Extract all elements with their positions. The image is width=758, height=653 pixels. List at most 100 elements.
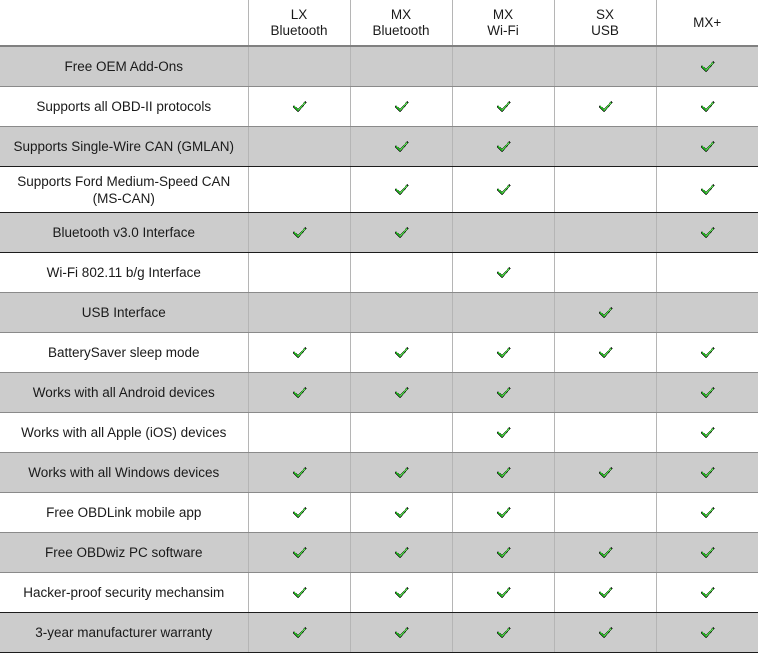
cell-apple-ios-devices-lx-bluetooth xyxy=(248,413,350,453)
cell-single-wire-can-gmlan-mx-plus xyxy=(656,127,758,167)
check-mark-icon xyxy=(496,506,511,520)
check-mark-icon xyxy=(700,426,715,440)
cell-bluetooth-v30-mx-plus xyxy=(656,213,758,253)
cell-apple-ios-devices-mx-wifi xyxy=(452,413,554,453)
cell-windows-devices-mx-plus xyxy=(656,453,758,493)
table-row: Supports Single-Wire CAN (GMLAN) xyxy=(0,127,758,167)
check-mark-icon xyxy=(496,346,511,360)
cell-free-oem-add-ons-mx-wifi xyxy=(452,46,554,87)
check-mark-icon xyxy=(598,306,613,320)
feature-label-single-wire-can-gmlan: Supports Single-Wire CAN (GMLAN) xyxy=(0,127,248,167)
check-mark-icon xyxy=(700,466,715,480)
cell-ford-ms-can-sx-usb xyxy=(554,167,656,213)
table-row: Works with all Windows devices xyxy=(0,453,758,493)
cell-wifi-802-11-bg-sx-usb xyxy=(554,253,656,293)
check-mark-icon xyxy=(394,506,409,520)
table-row: 3-year manufacturer warranty xyxy=(0,613,758,653)
cell-bluetooth-v30-lx-bluetooth xyxy=(248,213,350,253)
feature-label-line1: Supports Single-Wire CAN (GMLAN) xyxy=(13,139,234,154)
check-mark-icon xyxy=(700,226,715,240)
cell-3-year-warranty-mx-plus xyxy=(656,613,758,653)
cell-3-year-warranty-mx-bluetooth xyxy=(350,613,452,653)
cell-all-obd-ii-protocols-lx-bluetooth xyxy=(248,87,350,127)
cell-hacker-proof-security-sx-usb xyxy=(554,573,656,613)
cell-android-devices-mx-plus xyxy=(656,373,758,413)
feature-label-hacker-proof-security: Hacker-proof security mechansim xyxy=(0,573,248,613)
cell-batterysaver-sleep-sx-usb xyxy=(554,333,656,373)
cell-bluetooth-v30-mx-bluetooth xyxy=(350,213,452,253)
cell-3-year-warranty-sx-usb xyxy=(554,613,656,653)
cell-windows-devices-mx-wifi xyxy=(452,453,554,493)
cell-free-oem-add-ons-mx-bluetooth xyxy=(350,46,452,87)
check-mark-icon xyxy=(394,346,409,360)
feature-label-ford-ms-can: Supports Ford Medium-Speed CAN(MS-CAN) xyxy=(0,167,248,213)
check-mark-icon xyxy=(700,386,715,400)
feature-label-line1: Works with all Windows devices xyxy=(28,465,219,480)
feature-label-3-year-warranty: 3-year manufacturer warranty xyxy=(0,613,248,653)
cell-free-oem-add-ons-lx-bluetooth xyxy=(248,46,350,87)
cell-all-obd-ii-protocols-mx-plus xyxy=(656,87,758,127)
feature-label-android-devices: Works with all Android devices xyxy=(0,373,248,413)
cell-windows-devices-lx-bluetooth xyxy=(248,453,350,493)
table-row: Free OBDwiz PC software xyxy=(0,533,758,573)
check-mark-icon xyxy=(496,586,511,600)
feature-label-line1: 3-year manufacturer warranty xyxy=(35,625,212,640)
cell-obdwiz-pc-software-mx-plus xyxy=(656,533,758,573)
cell-ford-ms-can-mx-bluetooth xyxy=(350,167,452,213)
cell-apple-ios-devices-mx-bluetooth xyxy=(350,413,452,453)
column-header-line2: USB xyxy=(555,23,656,39)
cell-wifi-802-11-bg-lx-bluetooth xyxy=(248,253,350,293)
column-header-sx-usb: SXUSB xyxy=(554,0,656,46)
cell-obdlink-mobile-app-lx-bluetooth xyxy=(248,493,350,533)
feature-label-line1: Supports Ford Medium-Speed CAN xyxy=(17,174,230,189)
feature-label-obdlink-mobile-app: Free OBDLink mobile app xyxy=(0,493,248,533)
column-header-mx-wifi: MXWi-Fi xyxy=(452,0,554,46)
check-mark-icon xyxy=(394,100,409,114)
feature-label-windows-devices: Works with all Windows devices xyxy=(0,453,248,493)
cell-usb-interface-lx-bluetooth xyxy=(248,293,350,333)
cell-obdlink-mobile-app-mx-plus xyxy=(656,493,758,533)
check-mark-icon xyxy=(292,466,307,480)
check-mark-icon xyxy=(700,183,715,197)
check-mark-icon xyxy=(598,100,613,114)
check-mark-icon xyxy=(394,466,409,480)
check-mark-icon xyxy=(292,546,307,560)
check-mark-icon xyxy=(598,626,613,640)
column-header-line1: MX+ xyxy=(657,15,758,31)
cell-batterysaver-sleep-mx-wifi xyxy=(452,333,554,373)
column-header-line1: SX xyxy=(555,7,656,23)
table-row: Free OBDLink mobile app xyxy=(0,493,758,533)
feature-label-line1: Supports all OBD-II protocols xyxy=(36,99,211,114)
cell-obdlink-mobile-app-mx-bluetooth xyxy=(350,493,452,533)
cell-all-obd-ii-protocols-mx-wifi xyxy=(452,87,554,127)
feature-label-line2: (MS-CAN) xyxy=(10,190,238,207)
cell-3-year-warranty-lx-bluetooth xyxy=(248,613,350,653)
header-row: LXBluetoothMXBluetoothMXWi-FiSXUSBMX+ xyxy=(0,0,758,46)
cell-android-devices-lx-bluetooth xyxy=(248,373,350,413)
check-mark-icon xyxy=(598,346,613,360)
table-row: Wi-Fi 802.11 b/g Interface xyxy=(0,253,758,293)
table-row: Free OEM Add-Ons xyxy=(0,46,758,87)
feature-label-usb-interface: USB Interface xyxy=(0,293,248,333)
check-mark-icon xyxy=(496,466,511,480)
check-mark-icon xyxy=(700,140,715,154)
feature-label-obdwiz-pc-software: Free OBDwiz PC software xyxy=(0,533,248,573)
cell-obdwiz-pc-software-sx-usb xyxy=(554,533,656,573)
cell-free-oem-add-ons-sx-usb xyxy=(554,46,656,87)
check-mark-icon xyxy=(700,346,715,360)
table-header: LXBluetoothMXBluetoothMXWi-FiSXUSBMX+ xyxy=(0,0,758,46)
cell-usb-interface-mx-bluetooth xyxy=(350,293,452,333)
cell-3-year-warranty-mx-wifi xyxy=(452,613,554,653)
feature-label-bluetooth-v30: Bluetooth v3.0 Interface xyxy=(0,213,248,253)
check-mark-icon xyxy=(394,626,409,640)
cell-obdwiz-pc-software-lx-bluetooth xyxy=(248,533,350,573)
check-mark-icon xyxy=(700,626,715,640)
feature-label-batterysaver-sleep: BatterySaver sleep mode xyxy=(0,333,248,373)
cell-wifi-802-11-bg-mx-bluetooth xyxy=(350,253,452,293)
check-mark-icon xyxy=(394,546,409,560)
check-mark-icon xyxy=(700,506,715,520)
check-mark-icon xyxy=(496,626,511,640)
check-mark-icon xyxy=(700,546,715,560)
table-row: Works with all Apple (iOS) devices xyxy=(0,413,758,453)
table-row: Works with all Android devices xyxy=(0,373,758,413)
